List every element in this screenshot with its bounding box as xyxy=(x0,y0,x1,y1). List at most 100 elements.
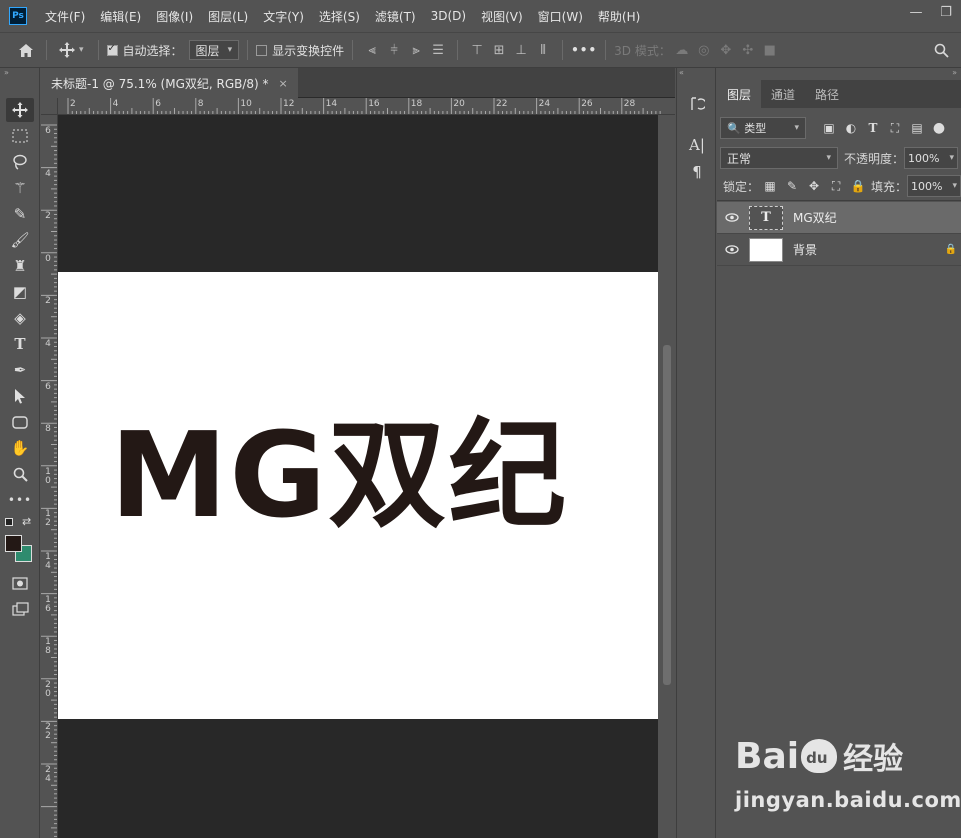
scale-3d-icon[interactable]: ■ xyxy=(759,39,781,61)
align-horizontal-centers-icon[interactable]: ⫩ xyxy=(383,39,405,61)
align-bottom-edges-icon[interactable]: ⊥ xyxy=(510,39,532,61)
zoom-tool-icon[interactable] xyxy=(6,462,34,486)
drag-3d-icon[interactable]: ✥ xyxy=(715,39,737,61)
menu-layer[interactable]: 图层(L) xyxy=(208,8,248,25)
canvas[interactable]: MG双纪 xyxy=(58,272,658,719)
blend-mode-dropdown[interactable]: 正常 ▾ xyxy=(720,147,838,169)
menu-view[interactable]: 视图(V) xyxy=(481,8,523,25)
canvas-text-layer[interactable]: MG双纪 xyxy=(110,410,568,540)
screen-mode-icon[interactable] xyxy=(6,597,34,621)
menu-image[interactable]: 图像(I) xyxy=(156,8,193,25)
chevron-down-icon: ▾ xyxy=(826,153,831,163)
menu-type[interactable]: 文字(Y) xyxy=(263,8,304,25)
tab-layers[interactable]: 图层 xyxy=(717,80,762,108)
restore-button[interactable]: ❐ xyxy=(931,0,961,24)
menu-3d[interactable]: 3D(D) xyxy=(431,9,466,23)
home-icon[interactable] xyxy=(14,38,38,62)
layer-row-background[interactable]: 背景 🔒 xyxy=(717,234,961,266)
lasso-tool-icon[interactable] xyxy=(6,150,34,174)
clone-stamp-tool-icon[interactable]: ♜ xyxy=(6,254,34,278)
path-selection-tool-icon[interactable] xyxy=(6,384,34,408)
tab-paths[interactable]: 路径 xyxy=(805,80,849,108)
layer-filter-kind-dropdown[interactable]: 🔍 类型 ▾ xyxy=(720,117,806,139)
default-colors-icon[interactable] xyxy=(5,518,13,526)
character-panel-icon[interactable]: A| xyxy=(685,133,709,157)
panel-collapse-icon[interactable]: » xyxy=(952,68,957,77)
move-tool-preset-icon[interactable] xyxy=(55,38,79,62)
align-top-edges-icon[interactable]: ⊤ xyxy=(466,39,488,61)
paragraph-panel-icon[interactable]: ¶ xyxy=(685,160,709,184)
align-left-edges-icon[interactable]: ⫷ xyxy=(361,39,383,61)
layer-name[interactable]: 背景 xyxy=(793,241,817,258)
tab-channels[interactable]: 通道 xyxy=(761,80,805,108)
collapse-toolbar-icon[interactable]: » xyxy=(0,68,39,80)
scrollbar-thumb[interactable] xyxy=(663,345,671,685)
distribute-horizontal-icon[interactable]: ⦀ xyxy=(532,39,554,61)
hand-tool-icon[interactable]: ✋ xyxy=(6,436,34,460)
menu-edit[interactable]: 编辑(E) xyxy=(100,8,141,25)
show-transform-checkbox[interactable] xyxy=(256,44,268,56)
paint-bucket-tool-icon[interactable]: ◈ xyxy=(6,306,34,330)
menu-window[interactable]: 窗口(W) xyxy=(538,8,583,25)
auto-select-target-dropdown[interactable]: 图层 ▾ xyxy=(188,40,240,60)
orbit-3d-icon[interactable]: ☁ xyxy=(671,39,693,61)
roll-3d-icon[interactable]: ◎ xyxy=(693,39,715,61)
horizontal-ruler[interactable]: 2 4 6 8 10 12 14 16 18 20 22 24 26 28 xyxy=(58,98,675,115)
menu-file[interactable]: 文件(F) xyxy=(45,8,85,25)
align-right-edges-icon[interactable]: ⫸ xyxy=(405,39,427,61)
brush-tool-icon[interactable]: 🖌 xyxy=(6,228,34,252)
document-tab[interactable]: 未标题-1 @ 75.1% (MG双纪, RGB/8) * × xyxy=(41,68,298,98)
filter-shape-icon[interactable]: ⛶ xyxy=(884,117,906,139)
eyedropper-tool-icon[interactable]: ✎ xyxy=(6,202,34,226)
lock-all-icon[interactable]: 🔒 xyxy=(847,175,869,197)
pen-tool-icon[interactable]: ✒ xyxy=(6,358,34,382)
foreground-color-swatch[interactable] xyxy=(5,535,22,552)
eraser-tool-icon[interactable]: ◩ xyxy=(6,280,34,304)
distribute-vertical-icon[interactable]: ☰ xyxy=(427,39,449,61)
swap-colors-icon[interactable]: ⇄ xyxy=(22,515,31,528)
align-vertical-centers-icon[interactable]: ⊞ xyxy=(488,39,510,61)
ruler-origin[interactable] xyxy=(41,98,58,115)
pasteboard[interactable]: MG双纪 xyxy=(58,115,658,838)
visibility-eye-icon[interactable] xyxy=(717,213,747,222)
filter-toggle-icon[interactable]: ● xyxy=(928,117,950,139)
quick-mask-icon[interactable] xyxy=(6,571,34,595)
lock-image-pixels-icon[interactable]: ✎ xyxy=(781,175,803,197)
auto-select-checkbox[interactable] xyxy=(106,43,118,56)
document-tabs: 未标题-1 @ 75.1% (MG双纪, RGB/8) * × xyxy=(41,68,675,98)
minimize-button[interactable]: — xyxy=(901,0,931,24)
type-tool-icon[interactable]: T xyxy=(6,332,34,356)
menu-select[interactable]: 选择(S) xyxy=(319,8,360,25)
collapse-panels-icon[interactable]: « xyxy=(679,68,684,77)
chevron-down-icon[interactable]: ▾ xyxy=(79,45,84,55)
slide-3d-icon[interactable]: ✣ xyxy=(737,39,759,61)
menu-help[interactable]: 帮助(H) xyxy=(598,8,640,25)
lock-position-icon[interactable]: ✥ xyxy=(803,175,825,197)
filter-type-icon[interactable]: T xyxy=(862,117,884,139)
close-tab-icon[interactable]: × xyxy=(279,77,288,90)
fill-field[interactable]: 100% ▾ xyxy=(907,175,961,197)
opacity-field[interactable]: 100% ▾ xyxy=(904,147,959,169)
vertical-scrollbar[interactable] xyxy=(658,115,675,838)
more-options-button[interactable]: ••• xyxy=(571,43,597,57)
marquee-tool-icon[interactable] xyxy=(6,124,34,148)
menu-filter[interactable]: 滤镜(T) xyxy=(375,8,416,25)
move-tool-icon[interactable] xyxy=(6,98,34,122)
magic-wand-tool-icon[interactable]: ⚚ xyxy=(6,176,34,200)
filter-smart-object-icon[interactable]: ▤ xyxy=(906,117,928,139)
filter-pixel-icon[interactable]: ▣ xyxy=(818,117,840,139)
layer-row-text[interactable]: T MG双纪 xyxy=(717,202,961,234)
edit-toolbar-icon[interactable]: ••• xyxy=(6,488,34,512)
visibility-eye-icon[interactable] xyxy=(717,245,747,254)
lock-artboard-icon[interactable]: ⛶ xyxy=(825,175,847,197)
search-icon[interactable] xyxy=(929,38,953,62)
filter-adjustment-icon[interactable]: ◐ xyxy=(840,117,862,139)
layer-name[interactable]: MG双纪 xyxy=(793,209,837,226)
vertical-ruler[interactable]: 6 4 2 0 2 4 6 8 10 12 14 16 18 20 22 24 xyxy=(41,115,58,838)
chevron-down-icon: ▾ xyxy=(794,123,799,133)
history-panel-icon[interactable] xyxy=(685,92,709,116)
ruler-tick-label: 8 xyxy=(197,99,204,109)
rectangle-tool-icon[interactable] xyxy=(6,410,34,434)
baidu-logo: Bai du 经验 xyxy=(735,734,903,778)
lock-transparent-pixels-icon[interactable]: ▦ xyxy=(759,175,781,197)
